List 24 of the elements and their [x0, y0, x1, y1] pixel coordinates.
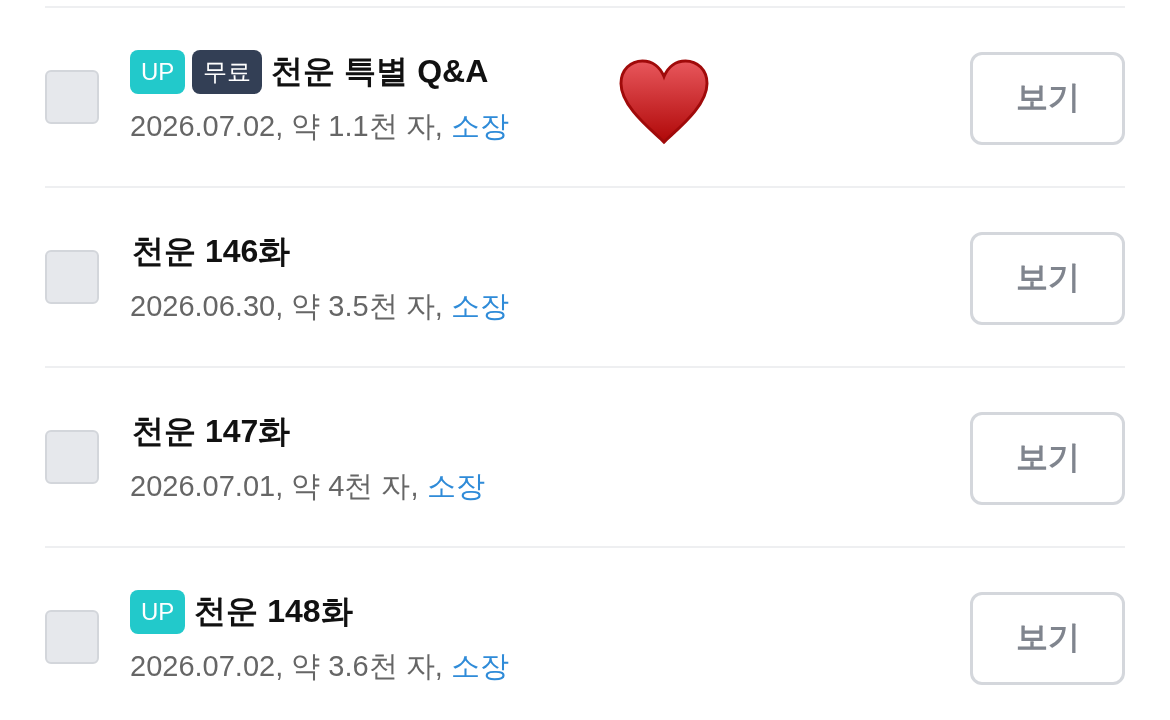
- checkbox[interactable]: [45, 250, 99, 304]
- update-badge: UP: [130, 590, 186, 634]
- checkbox[interactable]: [45, 610, 99, 664]
- episode-details: 2026.07.02, 약 1.1천 자,: [130, 109, 443, 144]
- ownership-status: 소장: [450, 289, 509, 324]
- view-button[interactable]: 보기: [970, 51, 1125, 145]
- view-button[interactable]: 보기: [970, 591, 1125, 685]
- ownership-status: 소장: [426, 469, 485, 504]
- view-button[interactable]: 보기: [970, 411, 1125, 505]
- episode-title: 천운 148화: [194, 592, 353, 631]
- episode-title: 천운 147화: [132, 412, 291, 451]
- episode-details: 2026.06.30, 약 3.5천 자,: [130, 289, 443, 324]
- episode-details: 2026.07.01, 약 4천 자,: [130, 469, 419, 504]
- episode-title: 천운 특별 Q&A: [271, 52, 489, 91]
- ownership-status: 소장: [450, 649, 509, 684]
- free-badge: 무료: [192, 50, 263, 94]
- view-button[interactable]: 보기: [970, 231, 1125, 325]
- checkbox[interactable]: [45, 70, 99, 124]
- heart-icon: [617, 58, 711, 146]
- update-badge: UP: [130, 50, 186, 94]
- episode-details: 2026.07.02, 약 3.6천 자,: [130, 649, 443, 684]
- ownership-status: 소장: [450, 109, 509, 144]
- checkbox[interactable]: [45, 430, 99, 484]
- episode-title: 천운 146화: [132, 232, 291, 271]
